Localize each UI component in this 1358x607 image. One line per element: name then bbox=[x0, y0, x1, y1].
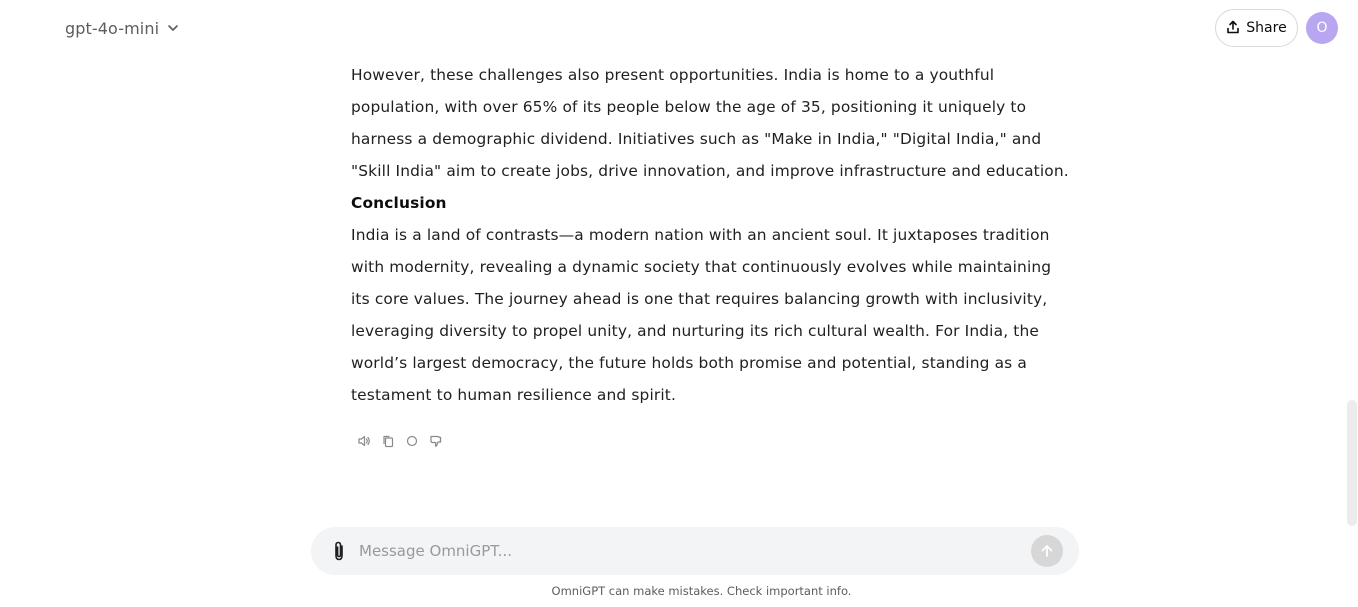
section-heading: Conclusion bbox=[351, 194, 447, 212]
message-paragraph: However, these challenges also present o… bbox=[351, 66, 1069, 180]
assistant-message: However, these challenges also present o… bbox=[351, 59, 1071, 411]
model-selector[interactable]: gpt-4o-mini bbox=[65, 16, 179, 40]
arrow-up-icon bbox=[1041, 545, 1053, 557]
share-icon bbox=[1226, 19, 1240, 38]
send-button[interactable] bbox=[1031, 535, 1063, 567]
avatar[interactable]: O bbox=[1306, 12, 1338, 44]
share-button[interactable]: Share bbox=[1215, 9, 1298, 47]
chevron-down-icon bbox=[167, 22, 179, 34]
model-label: gpt-4o-mini bbox=[65, 18, 160, 38]
thumbs-down-icon[interactable] bbox=[428, 433, 444, 449]
message-composer bbox=[311, 527, 1079, 575]
share-label: Share bbox=[1246, 20, 1287, 36]
speaker-icon[interactable] bbox=[356, 433, 372, 449]
message-input[interactable] bbox=[359, 539, 1019, 563]
disclaimer: OmniGPT can make mistakes. Check importa… bbox=[551, 584, 852, 598]
copy-icon[interactable] bbox=[380, 433, 396, 449]
scrollbar-thumb[interactable] bbox=[1347, 400, 1357, 526]
message-actions bbox=[356, 431, 444, 451]
paperclip-icon[interactable] bbox=[329, 539, 349, 563]
regenerate-icon[interactable] bbox=[404, 433, 420, 449]
message-paragraph: India is a land of contrasts—a modern na… bbox=[351, 226, 1052, 404]
